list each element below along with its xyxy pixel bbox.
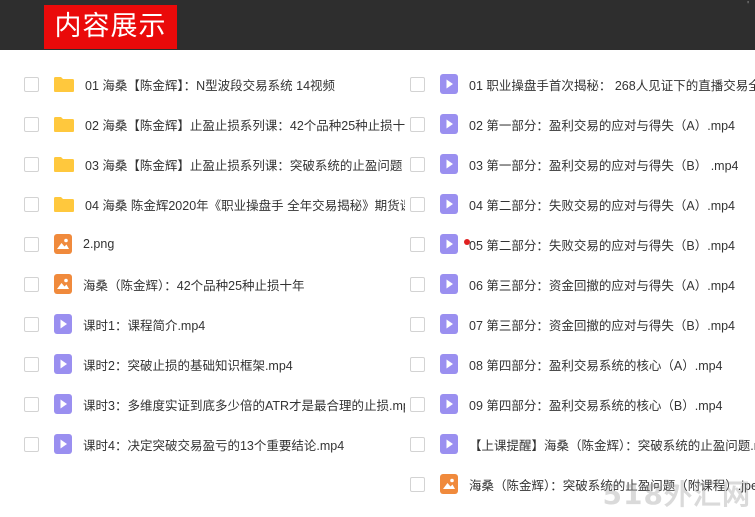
video-file-icon <box>440 274 458 294</box>
file-list-item[interactable]: 课时3：多维度实证到底多少倍的ATR才是最合理的止损.mp4 <box>20 384 405 424</box>
page-title: 内容展示 <box>44 5 177 49</box>
video-file-icon <box>440 154 458 174</box>
video-file-icon <box>54 354 72 374</box>
file-list-item[interactable]: 课时1：课程简介.mp4 <box>20 304 405 344</box>
select-checkbox[interactable] <box>24 316 39 332</box>
mouse-cursor-dot <box>464 239 470 245</box>
file-name[interactable]: 03 第一部分：盈利交易的应对与得失（B） .mp4 <box>469 155 738 174</box>
file-list-item[interactable]: 03 第一部分：盈利交易的应对与得失（B） .mp4 <box>406 144 755 184</box>
select-checkbox[interactable] <box>410 76 425 92</box>
file-list-item[interactable]: 2.png <box>20 224 405 264</box>
file-list-item[interactable]: 课时4：决定突破交易盈亏的13个重要结论.mp4 <box>20 424 405 464</box>
image-file-icon <box>440 474 458 494</box>
video-file-icon <box>440 314 458 334</box>
file-name[interactable]: 09 第四部分：盈利交易系统的核心（B）.mp4 <box>469 395 723 414</box>
file-name[interactable]: 03 海桑【陈金辉】止盈止损系列课：突破系统的止盈问题 <box>85 155 402 174</box>
file-list-item[interactable]: 04 第二部分：失败交易的应对与得失（A）.mp4 <box>406 184 755 224</box>
file-name[interactable]: 课时2：突破止损的基础知识框架.mp4 <box>83 355 293 374</box>
folder-icon <box>54 196 74 212</box>
folder-icon <box>54 76 74 92</box>
file-name[interactable]: 海桑（陈金辉）：42个品种25种止损十年 <box>83 275 305 294</box>
header-bar: 内容展示 ' <box>0 0 755 50</box>
video-file-icon <box>54 434 72 454</box>
select-checkbox[interactable] <box>410 356 425 372</box>
select-checkbox[interactable] <box>24 436 39 452</box>
video-file-icon <box>440 74 458 94</box>
select-checkbox[interactable] <box>24 196 39 212</box>
corner-mark: ' <box>747 0 749 11</box>
file-name[interactable]: 【上课提醒】海桑（陈金辉）：突破系统的止盈问题.mp4 <box>469 435 755 454</box>
select-checkbox[interactable] <box>24 236 39 252</box>
file-list-right: 01 职业操盘手首次揭秘： 268人见证下的直播交易全解 02 第一部分：盈利交易… <box>406 64 755 504</box>
select-checkbox[interactable] <box>24 76 39 92</box>
file-list-item[interactable]: 09 第四部分：盈利交易系统的核心（B）.mp4 <box>406 384 755 424</box>
select-checkbox[interactable] <box>410 316 425 332</box>
video-file-icon <box>440 114 458 134</box>
file-name[interactable]: 08 第四部分：盈利交易系统的核心（A）.mp4 <box>469 355 723 374</box>
file-list-item[interactable]: 课时2：突破止损的基础知识框架.mp4 <box>20 344 405 384</box>
file-name[interactable]: 04 海桑 陈金辉2020年《职业操盘手 全年交易揭秘》期货课程 <box>85 195 405 214</box>
file-list-item[interactable]: 06 第三部分：资金回撤的应对与得失（A）.mp4 <box>406 264 755 304</box>
select-checkbox[interactable] <box>410 116 425 132</box>
video-file-icon <box>54 314 72 334</box>
file-list-item[interactable]: 02 第一部分：盈利交易的应对与得失（A）.mp4 <box>406 104 755 144</box>
file-name[interactable]: 06 第三部分：资金回撤的应对与得失（A）.mp4 <box>469 275 735 294</box>
select-checkbox[interactable] <box>24 276 39 292</box>
select-checkbox[interactable] <box>410 196 425 212</box>
folder-icon <box>54 116 74 132</box>
file-list-item[interactable]: 01 海桑【陈金辉】：N型波段交易系统 14视频 <box>20 64 405 104</box>
watermark: 518外汇网 <box>602 478 751 511</box>
file-list-item[interactable]: 【上课提醒】海桑（陈金辉）：突破系统的止盈问题.mp4 <box>406 424 755 464</box>
file-name[interactable]: 01 海桑【陈金辉】：N型波段交易系统 14视频 <box>85 75 335 94</box>
file-list-item[interactable]: 02 海桑【陈金辉】止盈止损系列课：42个品种25种止损十年 <box>20 104 405 144</box>
select-checkbox[interactable] <box>24 156 39 172</box>
select-checkbox[interactable] <box>410 476 425 492</box>
file-list-item[interactable]: 04 海桑 陈金辉2020年《职业操盘手 全年交易揭秘》期货课程 <box>20 184 405 224</box>
file-name[interactable]: 05 第二部分：失败交易的应对与得失（B）.mp4 <box>469 235 735 254</box>
file-list-item[interactable]: 05 第二部分：失败交易的应对与得失（B）.mp4 <box>406 224 755 264</box>
file-name[interactable]: 02 海桑【陈金辉】止盈止损系列课：42个品种25种止损十年 <box>85 115 405 134</box>
video-file-icon <box>440 394 458 414</box>
video-file-icon <box>440 434 458 454</box>
file-list-left: 01 海桑【陈金辉】：N型波段交易系统 14视频 02 海桑【陈金辉】止盈止损系列… <box>20 64 405 464</box>
file-list-item[interactable]: 07 第三部分：资金回撤的应对与得失（B）.mp4 <box>406 304 755 344</box>
file-name[interactable]: 课时4：决定突破交易盈亏的13个重要结论.mp4 <box>83 435 344 454</box>
file-list-item[interactable]: 海桑（陈金辉）：42个品种25种止损十年 <box>20 264 405 304</box>
select-checkbox[interactable] <box>24 116 39 132</box>
file-name[interactable]: 01 职业操盘手首次揭秘： 268人见证下的直播交易全解 <box>469 75 755 94</box>
select-checkbox[interactable] <box>410 396 425 412</box>
video-file-icon <box>440 234 458 254</box>
select-checkbox[interactable] <box>24 356 39 372</box>
select-checkbox[interactable] <box>24 396 39 412</box>
file-list-item[interactable]: 03 海桑【陈金辉】止盈止损系列课：突破系统的止盈问题 <box>20 144 405 184</box>
file-name[interactable]: 02 第一部分：盈利交易的应对与得失（A）.mp4 <box>469 115 735 134</box>
select-checkbox[interactable] <box>410 236 425 252</box>
image-file-icon <box>54 234 72 254</box>
select-checkbox[interactable] <box>410 156 425 172</box>
file-name[interactable]: 04 第二部分：失败交易的应对与得失（A）.mp4 <box>469 195 735 214</box>
select-checkbox[interactable] <box>410 436 425 452</box>
file-name[interactable]: 课时1：课程简介.mp4 <box>83 315 205 334</box>
file-name[interactable]: 2.png <box>83 237 114 251</box>
video-file-icon <box>54 394 72 414</box>
video-file-icon <box>440 354 458 374</box>
image-file-icon <box>54 274 72 294</box>
select-checkbox[interactable] <box>410 276 425 292</box>
video-file-icon <box>440 194 458 214</box>
file-list-item[interactable]: 08 第四部分：盈利交易系统的核心（A）.mp4 <box>406 344 755 384</box>
file-name[interactable]: 课时3：多维度实证到底多少倍的ATR才是最合理的止损.mp4 <box>83 395 405 414</box>
folder-icon <box>54 156 74 172</box>
file-list-item[interactable]: 01 职业操盘手首次揭秘： 268人见证下的直播交易全解 <box>406 64 755 104</box>
file-name[interactable]: 07 第三部分：资金回撤的应对与得失（B）.mp4 <box>469 315 735 334</box>
